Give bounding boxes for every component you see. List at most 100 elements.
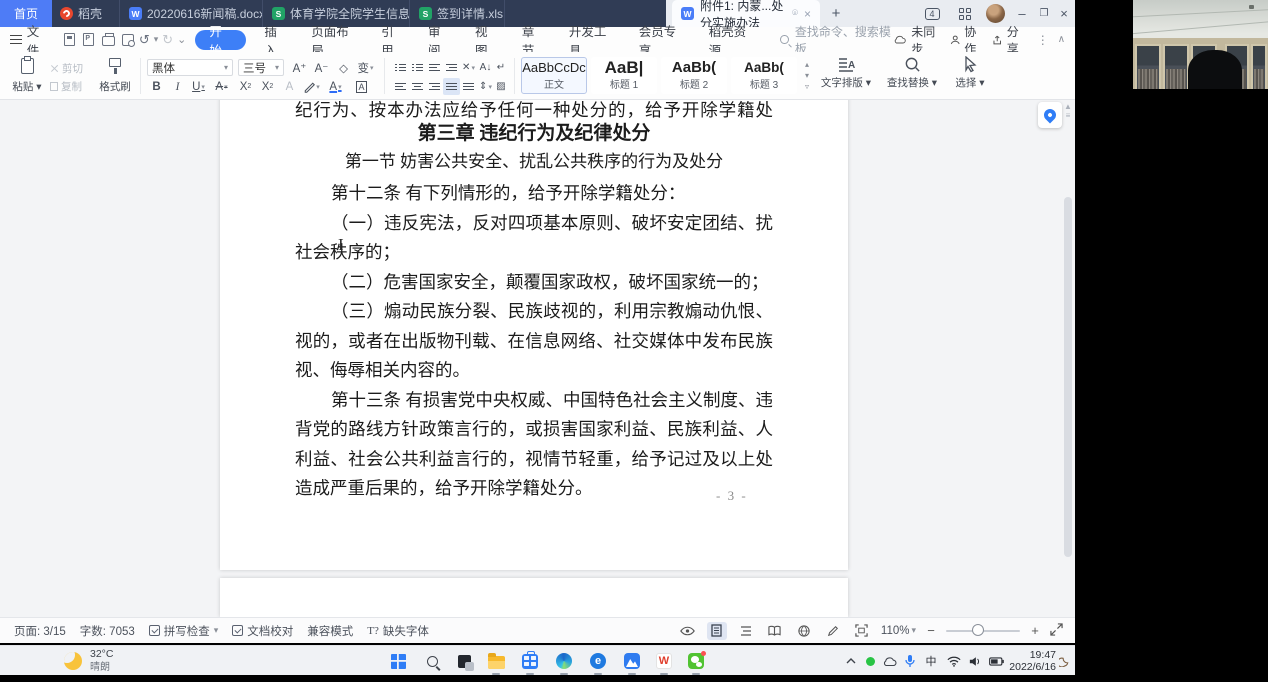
document-page-next[interactable] (220, 578, 848, 617)
asian-layout-icon[interactable]: ✕ ▾ (460, 59, 477, 76)
menu-dev-tools[interactable]: 开发工具 (557, 25, 627, 58)
wifi-icon[interactable] (944, 649, 964, 673)
zoom-in-button[interactable]: + (1029, 623, 1041, 638)
menu-review[interactable]: 审阅 (416, 25, 463, 58)
style-heading3[interactable]: AaBb( 标题 3 (731, 57, 797, 94)
collapse-ribbon-icon[interactable]: ∧ (1058, 34, 1065, 45)
app-grid-button[interactable] (955, 4, 975, 23)
missing-font-button[interactable]: T? 缺失字体 (367, 623, 429, 639)
select-tool[interactable]: 选择 ▾ (948, 56, 992, 90)
underline-button[interactable]: U ▾ (189, 78, 208, 95)
style-heading1[interactable]: AaB| 标题 1 (591, 57, 657, 94)
doc-proofing-button[interactable]: 文档校对 (232, 623, 293, 639)
tab-daoke[interactable]: 稻壳 (52, 0, 120, 27)
distribute-button[interactable] (460, 78, 477, 95)
decrease-font-icon[interactable]: A⁻ (312, 59, 331, 76)
menu-section[interactable]: 章节 (510, 25, 557, 58)
web-view-button[interactable] (794, 622, 814, 640)
tray-microphone-icon[interactable] (901, 649, 919, 673)
fit-page-icon[interactable] (852, 622, 872, 640)
undo-dropdown-icon[interactable]: ▾ (151, 34, 162, 45)
text-layout-tool[interactable]: A 文字排版 ▾ (816, 56, 876, 90)
zoom-level-button[interactable]: 110% ▾ (881, 625, 916, 637)
decrease-indent-button[interactable] (426, 59, 443, 76)
wechat-button[interactable] (684, 649, 708, 675)
italic-button[interactable]: I (168, 78, 187, 95)
more-options-icon[interactable]: ⋮ (1035, 33, 1051, 47)
minimize-button[interactable]: – (1012, 4, 1032, 23)
zoom-slider[interactable] (946, 624, 1020, 636)
save-button[interactable] (61, 31, 77, 48)
menu-references[interactable]: 引用 (369, 25, 416, 58)
menu-home[interactable]: 开始 (195, 25, 247, 58)
strikethrough-button[interactable]: A ▾ (212, 78, 231, 95)
shading-button[interactable]: ▨ (494, 78, 508, 95)
bold-button[interactable]: B (147, 78, 166, 95)
browser-e-button[interactable]: e (586, 649, 610, 675)
paragraph-mark-icon[interactable]: ↵ (494, 59, 508, 76)
scrollbar-up-icon[interactable]: ▲ ≡ (1064, 102, 1072, 120)
find-replace-tool[interactable]: 查找替换 ▾ (882, 56, 942, 90)
highlight-color-button[interactable]: ▾ (302, 78, 321, 95)
redo-button[interactable]: ↻ (161, 32, 174, 48)
menu-page-layout[interactable]: 页面布局 (299, 25, 369, 58)
justify-button[interactable] (443, 78, 460, 95)
compat-mode-label[interactable]: 兼容模式 (307, 623, 353, 639)
volume-icon[interactable] (966, 649, 984, 673)
zoom-out-button[interactable]: − (925, 623, 937, 638)
superscript-button[interactable]: X2 (236, 78, 255, 95)
styles-up-icon[interactable]: ▴ (805, 60, 809, 69)
menu-insert[interactable]: 插入 (252, 25, 299, 58)
clock[interactable]: 19:47 2022/6/16 (1008, 649, 1056, 674)
ribbon-collapse-icon[interactable]: ⌄ (174, 33, 189, 46)
menu-member[interactable]: 会员专享 (627, 25, 697, 58)
text-effects-icon[interactable]: A (280, 78, 299, 95)
style-heading2[interactable]: AaBb( 标题 2 (661, 57, 727, 94)
fullscreen-icon[interactable] (1050, 622, 1063, 639)
tab-close-icon[interactable]: × (804, 7, 811, 21)
phonetic-guide-icon[interactable]: 变 ▾ (356, 59, 375, 76)
undo-button[interactable]: ↺ (138, 32, 151, 48)
ink-pen-button[interactable] (823, 622, 843, 640)
menu-daoke-resources[interactable]: 稻壳资源 (697, 25, 767, 58)
night-mode-icon[interactable] (1056, 649, 1072, 673)
print-button[interactable] (101, 31, 117, 48)
docs-app-button[interactable] (620, 649, 644, 675)
read-mode-button[interactable] (765, 622, 785, 640)
avatar[interactable] (986, 4, 1005, 23)
ime-indicator[interactable]: 中 (922, 649, 940, 673)
menu-view[interactable]: 视图 (463, 25, 510, 58)
font-size-combo[interactable]: 三号 ▾ (238, 59, 284, 76)
styles-more-icon[interactable]: ▿ (805, 82, 809, 91)
file-explorer-button[interactable] (484, 649, 508, 675)
font-name-combo[interactable]: 黑体 ▾ (147, 59, 233, 76)
styles-down-icon[interactable]: ▾ (805, 71, 809, 80)
zoom-slider-knob[interactable] (972, 624, 984, 636)
wps-office-button[interactable]: W (652, 649, 676, 675)
location-pin-card[interactable] (1038, 102, 1062, 128)
bullet-list-button[interactable] (392, 59, 409, 76)
tab-doc-news[interactable]: W 20220616新闻稿.docx (121, 0, 263, 27)
tab-list-button[interactable]: 4 (922, 4, 942, 23)
tray-expand-button[interactable] (842, 649, 860, 673)
align-right-button[interactable] (426, 78, 443, 95)
char-shading-button[interactable]: A (352, 78, 371, 95)
taskbar-search-button[interactable] (420, 649, 444, 673)
new-tab-button[interactable]: + (826, 4, 846, 23)
start-button[interactable] (386, 649, 410, 673)
page-view-button[interactable] (706, 621, 727, 640)
restore-button[interactable]: ❐ (1034, 4, 1054, 23)
battery-icon[interactable] (986, 649, 1006, 673)
subscript-button[interactable]: X2 (258, 78, 277, 95)
format-painter-button[interactable]: 格式刷 (94, 55, 136, 97)
print-preview-button[interactable] (120, 31, 136, 48)
paste-button[interactable]: 粘贴 ▾ (8, 55, 46, 97)
increase-font-icon[interactable]: A⁺ (290, 59, 309, 76)
close-button[interactable]: × (1054, 4, 1074, 23)
document-canvas[interactable]: 纪行为、按本办法应给予任何一种处分的，给予开除学籍处分。 第三章 违纪行为及纪律… (0, 100, 1075, 617)
outline-view-button[interactable] (736, 622, 756, 640)
font-color-button[interactable]: A ▾ (326, 78, 345, 95)
weather-widget[interactable]: 32°C 晴朗 (64, 648, 113, 674)
task-view-button[interactable] (452, 649, 476, 673)
numbered-list-button[interactable] (409, 59, 426, 76)
